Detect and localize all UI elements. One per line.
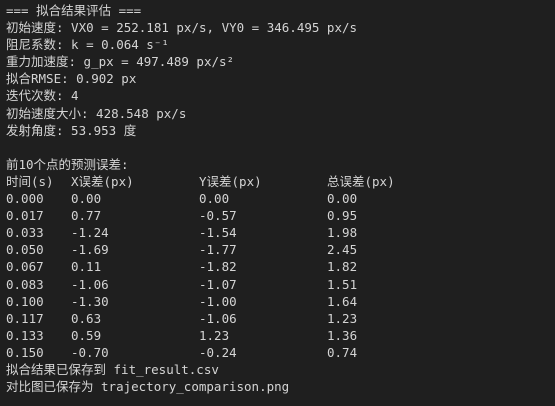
rmse-line: 拟合RMSE: 0.902 px [6,71,137,87]
table-cell-y-error: -0.57 [199,208,237,224]
table-title: 前10个点的预测误差: [6,156,129,172]
table-cell-x-error: 0.11 [71,259,102,275]
table-cell-y-error: -0.24 [199,344,237,360]
table-cell-x-error: -1.30 [71,293,109,309]
table-row: 0.133 0.59 1.23 1.36 [6,327,549,344]
table-header-total-error: 总误差(px) [327,173,395,189]
table-cell-total-error: 0.95 [327,208,358,224]
table-cell-time: 0.100 [6,293,44,309]
table-cell-total-error: 2.45 [327,242,358,258]
table-cell-total-error: 1.23 [327,310,358,326]
damping-line: 阻尼系数: k = 0.064 s⁻¹ [6,37,169,53]
saved-csv-line: 拟合结果已保存到 fit_result.csv [6,361,219,377]
table-cell-x-error: 0.59 [71,327,102,343]
table-cell-x-error: -0.70 [71,344,109,360]
table-cell-total-error: 1.98 [327,225,358,241]
table-cell-y-error: 0.00 [199,191,230,207]
table-cell-x-error: -1.69 [71,242,109,258]
gravity-line: 重力加速度: g_px = 497.489 px/s² [6,54,235,70]
initial-velocity-line: 初始速度: VX0 = 252.181 px/s, VY0 = 346.495 … [6,20,358,36]
table-cell-total-error: 0.74 [327,344,358,360]
table-cell-y-error: -1.06 [199,310,237,326]
table-header-time: 时间(s) [6,173,54,189]
table-cell-total-error: 0.00 [327,191,358,207]
table-cell-total-error: 1.82 [327,259,358,275]
table-row: 0.150 -0.70 -0.24 0.74 [6,344,549,361]
table-cell-x-error: 0.77 [71,208,102,224]
table-cell-x-error: -1.24 [71,225,109,241]
table-cell-x-error: 0.00 [71,191,102,207]
table-header-x-error: X误差(px) [71,173,134,189]
table-cell-y-error: -1.54 [199,225,237,241]
table-cell-x-error: 0.63 [71,310,102,326]
table-header-row: 时间(s) X误差(px) Y误差(px) 总误差(px) [6,173,549,190]
table-cell-total-error: 1.36 [327,327,358,343]
table-cell-y-error: -1.00 [199,293,237,309]
table-row: 0.000 0.00 0.00 0.00 [6,190,549,207]
table-row: 0.050 -1.69 -1.77 2.45 [6,241,549,258]
table-cell-time: 0.133 [6,327,44,343]
table-cell-y-error: -1.77 [199,242,237,258]
table-cell-y-error: 1.23 [199,327,230,343]
table-cell-time: 0.067 [6,259,44,275]
iterations-line: 迭代次数: 4 [6,88,79,104]
table-cell-time: 0.050 [6,242,44,258]
table-cell-x-error: -1.06 [71,276,109,292]
launch-angle-line: 发射角度: 53.953 度 [6,122,137,138]
table-cell-time: 0.033 [6,225,44,241]
header-line: === 拟合结果评估 === [6,3,142,18]
saved-plot-line: 对比图已保存为 trajectory_comparison.png [6,379,290,395]
table-cell-time: 0.117 [6,310,44,326]
terminal-output[interactable]: === 拟合结果评估 === 初始速度: VX0 = 252.181 px/s,… [0,0,555,406]
table-row: 0.117 0.63 -1.06 1.23 [6,310,549,327]
table-cell-time: 0.150 [6,344,44,360]
table-row: 0.017 0.77 -0.57 0.95 [6,207,549,224]
table-cell-total-error: 1.64 [327,293,358,309]
table-row: 0.083 -1.06 -1.07 1.51 [6,276,549,293]
table-cell-y-error: -1.07 [199,276,237,292]
table-cell-time: 0.000 [6,191,44,207]
table-header-y-error: Y误差(px) [199,173,262,189]
table-cell-y-error: -1.82 [199,259,237,275]
table-cell-total-error: 1.51 [327,276,358,292]
speed-magnitude-line: 初始速度大小: 428.548 px/s [6,105,187,121]
table-cell-time: 0.017 [6,208,44,224]
table-row: 0.100 -1.30 -1.00 1.64 [6,293,549,310]
table-row: 0.067 0.11 -1.82 1.82 [6,258,549,275]
table-row: 0.033 -1.24 -1.54 1.98 [6,224,549,241]
table-cell-time: 0.083 [6,276,44,292]
